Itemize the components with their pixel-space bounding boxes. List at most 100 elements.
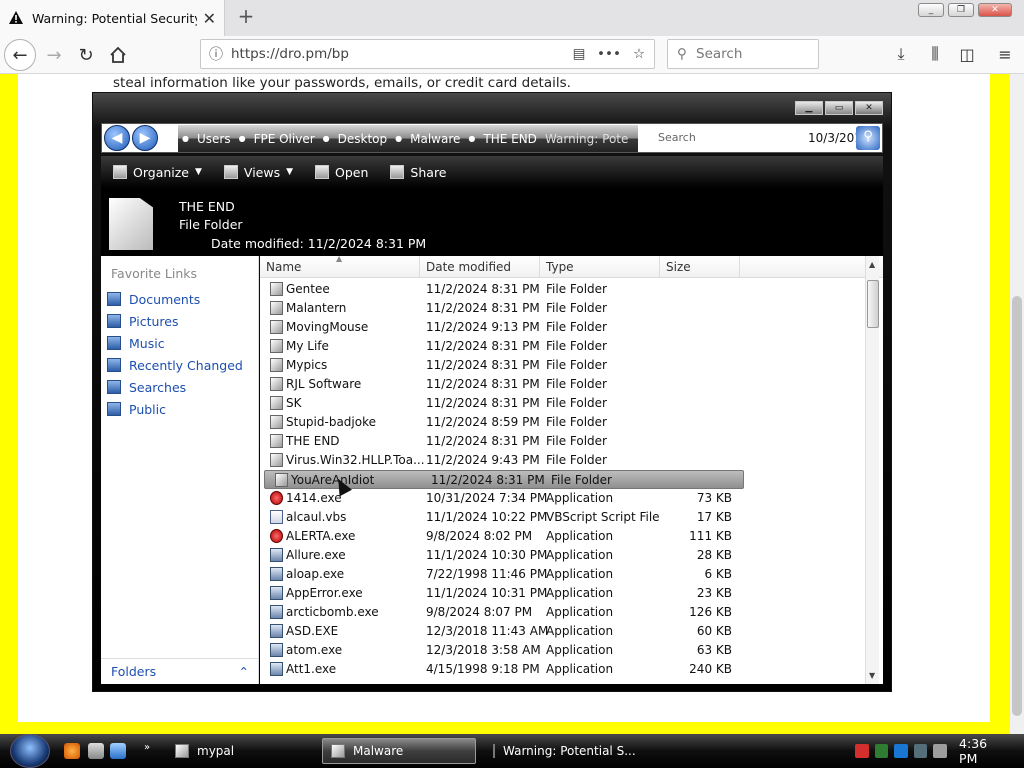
quicklaunch-overflow-icon[interactable]: » xyxy=(144,742,150,753)
back-button[interactable]: ← xyxy=(4,39,36,71)
column-divider[interactable] xyxy=(659,256,660,278)
explorer-search-text[interactable]: Search xyxy=(658,131,696,144)
scroll-down-icon[interactable]: ▼ xyxy=(869,671,875,680)
reload-button[interactable]: ↻ xyxy=(70,39,102,71)
breadcrumb-malware[interactable]: Malware xyxy=(410,132,460,146)
close-window-button[interactable]: ✕ xyxy=(978,3,1012,17)
nav-link-recently-changed[interactable]: Recently Changed xyxy=(107,356,243,374)
nav-link-public[interactable]: Public xyxy=(107,400,166,418)
window-controls: _ ❐ ✕ xyxy=(918,3,1012,17)
page-scrollbar[interactable] xyxy=(1010,74,1024,734)
file-row[interactable]: THE END 11/2/2024 8:31 PM File Folder xyxy=(260,432,740,451)
share-button[interactable]: Share xyxy=(390,165,447,180)
column-date-modified[interactable]: Date modified xyxy=(426,260,511,274)
file-row[interactable]: RJL Software 11/2/2024 8:31 PM File Folder xyxy=(260,375,740,394)
file-row[interactable]: aloap.exe 7/22/1998 11:46 PM Application 6 … xyxy=(260,565,740,584)
file-row[interactable]: atom.exe 12/3/2018 3:58 AM Application 63 K… xyxy=(260,641,740,660)
file-row[interactable]: ASD.EXE 12/3/2018 11:43 AM Application 60 K… xyxy=(260,622,740,641)
folder-icon xyxy=(270,415,283,429)
minimize-button[interactable]: _ xyxy=(918,3,944,17)
music-icon xyxy=(107,336,121,350)
taskbar-item-warning[interactable]: Warning: Potential S... xyxy=(484,738,636,764)
file-date-modified: 11/2/2024 8:31 PM xyxy=(431,473,545,487)
explorer-close-button[interactable]: ✕ xyxy=(855,101,883,115)
explorer-minimize-button[interactable]: ▁ xyxy=(795,101,823,115)
column-name[interactable]: Name xyxy=(266,260,301,274)
organize-button[interactable]: Organize ▼ xyxy=(113,165,202,180)
file-row[interactable]: arcticbomb.exe 9/8/2024 8:07 PM Applicatio… xyxy=(260,603,740,622)
file-list-scrollbar-thumb[interactable] xyxy=(867,280,879,328)
clock[interactable]: 4:36 PM xyxy=(959,736,1008,766)
window-switch-icon[interactable] xyxy=(88,743,104,759)
column-divider[interactable] xyxy=(419,256,420,278)
file-row[interactable]: SK 11/2/2024 8:31 PM File Folder xyxy=(260,394,740,413)
checkmark-icon[interactable] xyxy=(874,744,889,758)
taskbar-item-mypal[interactable]: mypal xyxy=(166,738,314,764)
explorer-forward-button[interactable]: ▶ xyxy=(132,125,158,151)
explorer-maximize-button[interactable]: ▭ xyxy=(825,101,853,115)
file-list-scrollbar[interactable]: ▲ ▼ xyxy=(865,256,879,684)
volume-muted-icon[interactable] xyxy=(933,744,948,758)
explorer-search-button[interactable]: ⚲ xyxy=(856,126,880,150)
nav-link-pictures[interactable]: Pictures xyxy=(107,312,179,330)
tab-close-icon[interactable]: ✕ xyxy=(203,9,216,28)
taskbar-item-malware[interactable]: Malware xyxy=(322,738,476,764)
file-row[interactable]: AppError.exe 11/1/2024 10:31 PM Applicatio… xyxy=(260,584,740,603)
sidebar-button[interactable]: ◫ xyxy=(952,39,982,69)
file-row[interactable]: Virus.Win32.HLLP.Toa... 11/2/2024 9:43 PM… xyxy=(260,451,740,470)
scroll-up-icon[interactable]: ▲ xyxy=(869,260,875,269)
nav-link-music[interactable]: Music xyxy=(107,334,165,352)
file-row[interactable]: alcaul.vbs 11/1/2024 10:22 PM VBScript Scr… xyxy=(260,508,740,527)
file-row[interactable]: Gentee 11/2/2024 8:31 PM File Folder xyxy=(260,280,740,299)
file-type: File Folder xyxy=(551,473,612,487)
file-type: Application xyxy=(546,605,614,619)
windows-defender-icon[interactable] xyxy=(894,744,908,758)
maximize-button[interactable]: ❐ xyxy=(948,3,974,17)
url-bar[interactable]: ⓘ https://dro.pm/bp ▤ ••• ☆ xyxy=(200,39,655,69)
new-tab-button[interactable]: + xyxy=(232,4,260,30)
open-button[interactable]: Open xyxy=(315,165,368,180)
file-row[interactable]: Att1.exe 4/15/1998 9:18 PM Application 240 … xyxy=(260,660,740,679)
forward-button[interactable]: → xyxy=(38,39,70,71)
breadcrumb-users[interactable]: Users xyxy=(197,132,231,146)
column-divider[interactable] xyxy=(539,256,540,278)
home-button[interactable] xyxy=(102,39,134,71)
search-box[interactable]: ⚲ Search xyxy=(667,39,819,69)
nav-link-documents[interactable]: Documents xyxy=(107,290,200,308)
file-row[interactable]: 1414.exe 10/31/2024 7:34 PM Application 73 … xyxy=(260,489,740,508)
library-button[interactable]: ⫼ xyxy=(920,39,950,69)
menu-button[interactable]: ≡ xyxy=(990,39,1020,69)
file-row[interactable]: Mypics 11/2/2024 8:31 PM File Folder xyxy=(260,356,740,375)
column-size[interactable]: Size xyxy=(666,260,691,274)
page-actions-icon[interactable]: ••• xyxy=(594,46,624,62)
nav-link-searches[interactable]: Searches xyxy=(107,378,186,396)
file-type: File Folder xyxy=(546,282,607,296)
file-row[interactable]: My Life 11/2/2024 8:31 PM File Folder xyxy=(260,337,740,356)
file-row[interactable]: Malantern 11/2/2024 8:31 PM File Folder xyxy=(260,299,740,318)
downloads-button[interactable]: ⤓ xyxy=(886,39,916,69)
file-type: Application xyxy=(546,548,614,562)
info-icon[interactable]: ⓘ xyxy=(201,44,231,64)
start-button[interactable] xyxy=(10,734,50,768)
views-button[interactable]: Views ▼ xyxy=(223,165,293,180)
explorer-back-button[interactable]: ◀ xyxy=(104,125,130,151)
file-row[interactable]: MovingMouse 11/2/2024 9:13 PM File Folder xyxy=(260,318,740,337)
breadcrumb[interactable]: ● Users ● FPE Oliver ● Desktop ● Malware… xyxy=(178,125,638,152)
network-icon[interactable] xyxy=(913,744,928,758)
breadcrumb-desktop[interactable]: Desktop xyxy=(338,132,388,146)
page-scrollbar-thumb[interactable] xyxy=(1012,296,1022,716)
file-row[interactable]: Stupid-badjoke 11/2/2024 8:59 PM File Fold… xyxy=(260,413,740,432)
breadcrumb-the-end[interactable]: THE END xyxy=(483,132,537,146)
show-desktop-icon[interactable] xyxy=(110,743,126,759)
firefox-icon[interactable] xyxy=(64,743,80,759)
folders-toggle[interactable]: Folders ⌃ xyxy=(101,658,259,684)
file-row[interactable]: Allure.exe 11/1/2024 10:30 PM Application 2… xyxy=(260,546,740,565)
breadcrumb-fpe-oliver[interactable]: FPE Oliver xyxy=(254,132,315,146)
file-row[interactable]: ALERTA.exe 9/8/2024 8:02 PM Application 111… xyxy=(260,527,740,546)
bookmark-star-icon[interactable]: ☆ xyxy=(624,46,654,62)
reader-view-icon[interactable]: ▤ xyxy=(564,46,594,62)
column-type[interactable]: Type xyxy=(546,260,574,274)
security-alert-icon[interactable] xyxy=(854,744,869,758)
column-divider[interactable] xyxy=(739,256,740,278)
browser-tab-active[interactable]: Warning: Potential Security Risk ✕ xyxy=(0,0,225,36)
